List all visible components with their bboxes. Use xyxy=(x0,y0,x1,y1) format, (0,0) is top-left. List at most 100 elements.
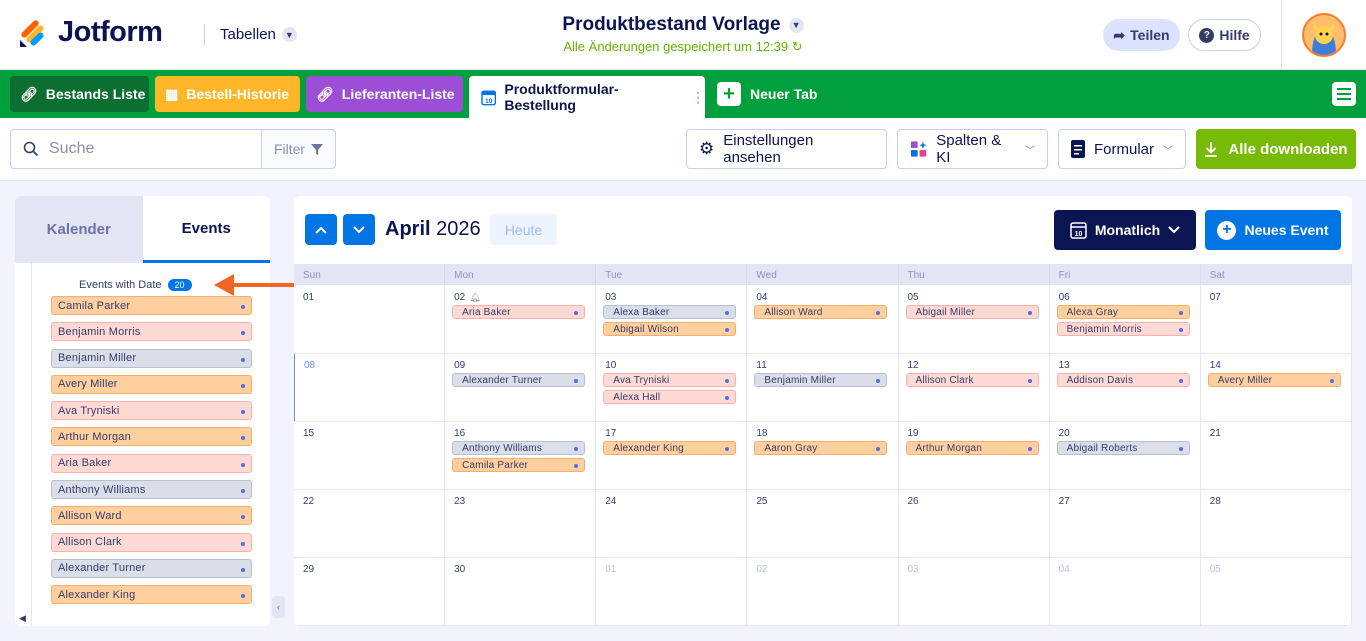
calendar-event[interactable]: Alexander King xyxy=(603,441,737,455)
collapse-sidebar-button[interactable]: ‹ xyxy=(272,596,285,618)
day-cell[interactable]: 17 Alexander King xyxy=(596,422,748,489)
day-cell[interactable]: 21 xyxy=(1201,422,1352,489)
avatar[interactable] xyxy=(1302,13,1346,57)
download-all-button[interactable]: Alle downloaden xyxy=(1196,129,1356,169)
event-item[interactable]: Allison Clark xyxy=(51,532,252,552)
event-item[interactable]: Aria Baker xyxy=(51,453,252,473)
event-item[interactable]: Alexander Turner xyxy=(51,558,252,578)
event-item[interactable]: Camila Parker xyxy=(51,296,252,315)
day-cell[interactable]: 25 xyxy=(747,490,899,557)
help-button[interactable]: ? Hilfe xyxy=(1188,19,1261,51)
calendar-event[interactable]: Allison Ward xyxy=(754,305,888,319)
day-cell[interactable]: 02 🔔︎ Aria Baker xyxy=(445,286,597,353)
day-cell[interactable]: 20 Abigail Roberts xyxy=(1050,422,1201,489)
day-cell[interactable]: 01 xyxy=(294,286,446,353)
event-item[interactable]: Ava Tryniski xyxy=(51,401,252,421)
day-cell[interactable]: 01 xyxy=(596,558,748,625)
day-cell[interactable]: 29 xyxy=(294,558,446,625)
day-cell[interactable]: 02 xyxy=(747,558,899,625)
calendar-event[interactable]: Anthony Williams xyxy=(452,441,586,455)
day-cell[interactable]: 05 xyxy=(1201,558,1352,625)
menu-button[interactable] xyxy=(1332,82,1356,106)
day-cell[interactable]: 18 Aaron Gray xyxy=(747,422,899,489)
day-number: 30 xyxy=(454,564,466,575)
event-name: Benjamin Miller xyxy=(764,374,836,386)
settings-button[interactable]: ⚙ Einstellungen ansehen xyxy=(686,129,887,169)
event-item[interactable]: Benjamin Miller xyxy=(51,348,252,368)
events-header[interactable]: Events with Date 20 xyxy=(79,279,192,291)
event-item[interactable]: Alexander King xyxy=(51,585,252,605)
calendar-event[interactable]: Benjamin Morris xyxy=(1056,322,1190,336)
today-button[interactable]: Heute xyxy=(490,214,557,245)
tab-kalender[interactable]: Kalender xyxy=(15,196,143,263)
calendar-event[interactable]: Arthur Morgan xyxy=(905,441,1039,455)
calendar-event[interactable]: Abigail Miller xyxy=(905,305,1039,319)
day-cell[interactable]: 23 xyxy=(445,490,597,557)
day-cell[interactable]: 07 xyxy=(1201,286,1352,353)
calendar-event[interactable]: Aaron Gray xyxy=(754,441,888,455)
day-cell[interactable]: 12 Allison Clark xyxy=(899,354,1050,421)
calendar-event[interactable]: Alexa Gray xyxy=(1056,305,1190,319)
day-cell[interactable]: 24 xyxy=(596,490,748,557)
day-cell[interactable]: 09 Alexander Turner xyxy=(445,354,597,421)
day-cell[interactable]: 16 Anthony Williams Camila Parker xyxy=(445,422,597,489)
event-item[interactable]: Arthur Morgan xyxy=(51,427,252,447)
tab-lieferanten-liste[interactable]: 🔗︎ Lieferanten-Liste xyxy=(306,76,463,112)
event-dot-icon xyxy=(725,328,730,332)
chevron-down-icon xyxy=(1168,226,1180,234)
event-name: Camila Parker xyxy=(462,459,529,471)
previous-month-button[interactable] xyxy=(305,214,337,245)
day-cell[interactable]: 11 Benjamin Miller xyxy=(747,354,899,421)
event-item[interactable]: Avery Miller xyxy=(51,374,252,394)
next-month-button[interactable] xyxy=(343,214,375,245)
event-dot-icon xyxy=(1178,328,1183,332)
day-cell[interactable]: 19 Arthur Morgan xyxy=(899,422,1050,489)
calendar-event[interactable]: Abigail Wilson xyxy=(603,322,737,336)
day-cell[interactable]: 13 Addison Davis xyxy=(1050,354,1201,421)
day-cell[interactable]: 10 Ava Tryniski Alexa Hall xyxy=(596,354,748,421)
day-cell[interactable]: 14 Avery Miller xyxy=(1201,354,1352,421)
search-input[interactable]: Suche xyxy=(10,129,262,169)
calendar-event[interactable]: Ava Tryniski xyxy=(603,373,737,387)
day-cell[interactable]: 30 xyxy=(445,558,597,625)
tab-bestell-historie[interactable]: ▦ Bestell-Historie xyxy=(155,76,300,112)
more-icon[interactable]: ⋮ xyxy=(691,89,705,106)
new-tab-button[interactable]: + Neuer Tab xyxy=(717,82,817,106)
event-item[interactable]: Allison Ward xyxy=(51,506,252,526)
calendar-event[interactable]: Benjamin Miller xyxy=(754,373,888,387)
calendar-event[interactable]: Abigail Roberts xyxy=(1056,441,1190,455)
day-cell[interactable]: 05 Abigail Miller xyxy=(899,286,1050,353)
share-button[interactable]: ➦ Teilen xyxy=(1103,19,1180,51)
view-dropdown[interactable]: 10 Monatlich xyxy=(1054,210,1196,250)
calendar-event[interactable]: Addison Davis xyxy=(1056,373,1190,387)
day-cell[interactable]: 27 xyxy=(1050,490,1201,557)
event-item[interactable]: Benjamin Morris xyxy=(51,322,252,342)
form-button[interactable]: Formular ﹀ xyxy=(1058,129,1186,169)
new-event-button[interactable]: + Neues Event xyxy=(1205,210,1341,250)
calendar-event[interactable]: Avery Miller xyxy=(1207,373,1341,387)
event-item[interactable]: Anthony Williams xyxy=(51,480,252,500)
day-cell[interactable]: 28 xyxy=(1201,490,1352,557)
calendar-event[interactable]: Alexa Hall xyxy=(603,390,737,404)
day-cell[interactable]: 03 xyxy=(899,558,1050,625)
columns-ai-button[interactable]: Spalten & KI ﹀ xyxy=(897,129,1048,169)
calendar-event[interactable]: Alexa Baker xyxy=(603,305,737,319)
calendar-event[interactable]: Aria Baker xyxy=(452,305,586,319)
tab-bestands-liste[interactable]: 🔗︎ Bestands Liste xyxy=(10,76,149,112)
day-cell[interactable]: 26 xyxy=(899,490,1050,557)
tab-events[interactable]: Events xyxy=(142,196,270,263)
day-cell[interactable]: 06 Alexa Gray Benjamin Morris xyxy=(1050,286,1201,353)
calendar-event[interactable]: Allison Clark xyxy=(905,373,1039,387)
tab-produktformular-bestellung[interactable]: 10 Produktformular-Bestellung ⋮ xyxy=(469,76,705,118)
day-cell[interactable]: 04 xyxy=(1050,558,1201,625)
day-cell[interactable]: 22 xyxy=(294,490,446,557)
day-cell[interactable]: 15 xyxy=(294,422,446,489)
calendar-event[interactable]: Camila Parker xyxy=(452,458,586,472)
day-cell[interactable]: 08 xyxy=(294,354,446,421)
calendar-event[interactable]: Alexander Turner xyxy=(452,373,586,387)
filter-button[interactable]: Filter xyxy=(261,129,336,169)
day-cell[interactable]: 04 Allison Ward xyxy=(747,286,899,353)
page-title[interactable]: Produktbestand Vorlage ▼ xyxy=(562,14,804,36)
day-cell[interactable]: 03 Alexa Baker Abigail Wilson xyxy=(596,286,748,353)
scroll-left-icon[interactable]: ◀ xyxy=(19,613,26,624)
